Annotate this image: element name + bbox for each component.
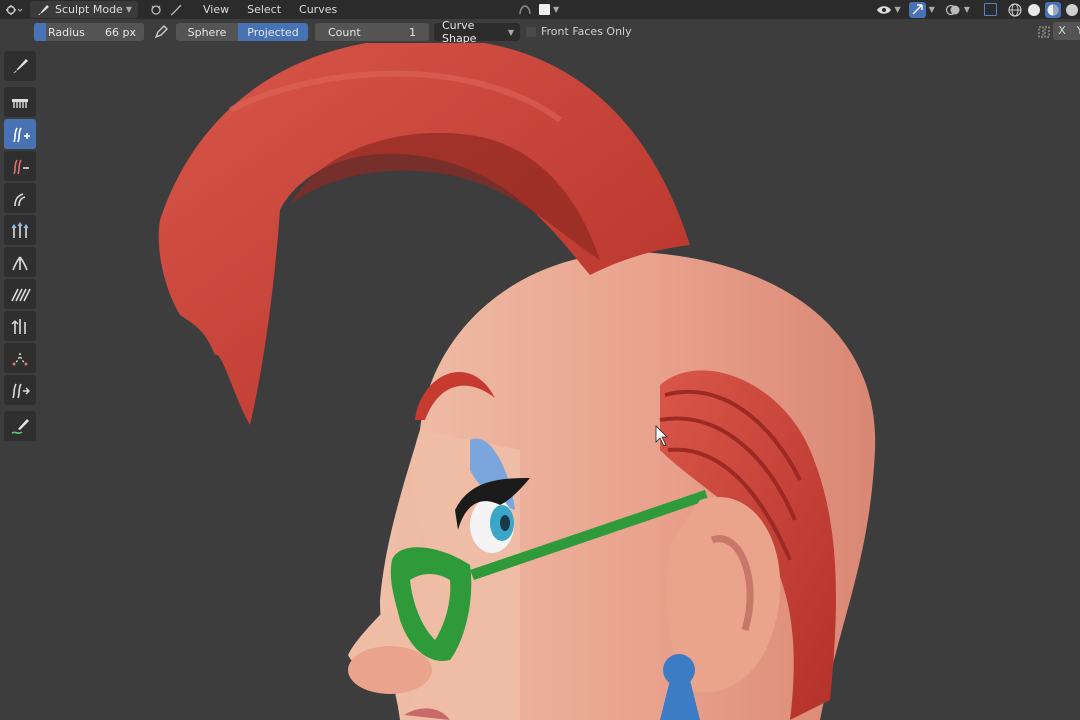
gizmo-toggle-icon[interactable] <box>908 1 926 18</box>
chevron-down-icon: ▼ <box>507 27 514 37</box>
3d-viewport[interactable] <box>0 43 1080 720</box>
menu-select[interactable]: Select <box>238 0 290 19</box>
curves-object-icon <box>151 4 161 15</box>
chevron-down-icon: ▼ <box>928 5 935 14</box>
add-curves-icon <box>13 127 30 143</box>
editor-type-button[interactable] <box>0 0 28 19</box>
tool-add-curves[interactable] <box>4 119 36 149</box>
solid-shading-icon[interactable] <box>1026 2 1042 18</box>
earring <box>663 654 695 686</box>
tool-shelf <box>2 50 38 442</box>
density-icon <box>12 352 28 367</box>
delete-curves-icon <box>13 159 29 175</box>
grow-shrink-icon <box>11 221 29 238</box>
editor-header: Sculpt Mode ▼ View Select Curves ▼ ▼ ▼ ▼ <box>0 0 1080 19</box>
mirror-y-toggle[interactable]: Y <box>1071 22 1080 40</box>
visibility-icon[interactable] <box>876 3 892 17</box>
tool-snake-hook[interactable] <box>4 183 36 213</box>
xray-toggle-icon[interactable] <box>984 3 997 16</box>
menu-curves[interactable]: Curves <box>290 0 346 19</box>
brush-mode-icon <box>38 4 49 15</box>
mode-label: Sculpt Mode <box>55 3 123 16</box>
material-shading-icon[interactable] <box>1045 1 1061 18</box>
chevron-down-icon: ▼ <box>553 5 560 14</box>
count-label: Count <box>328 25 361 39</box>
front-faces-label[interactable]: Front Faces Only <box>541 25 632 38</box>
tool-grow-shrink[interactable] <box>4 215 36 245</box>
curve-shape-dropdown[interactable]: Curve Shape ▼ <box>434 19 520 45</box>
comb-icon <box>12 99 28 108</box>
count-value: 1 <box>409 25 416 39</box>
snap-icon[interactable] <box>517 3 533 17</box>
pen-pressure-icon[interactable] <box>153 24 169 40</box>
tool-selection-paint[interactable] <box>4 51 36 81</box>
curve-shape-label: Curve Shape <box>442 19 477 45</box>
front-faces-checkbox[interactable] <box>526 27 536 37</box>
rendered-shading-icon[interactable] <box>1064 2 1080 18</box>
tool-slide[interactable] <box>4 375 36 405</box>
editor-type-icon <box>6 4 23 15</box>
puff-icon <box>11 288 31 302</box>
mode-selector[interactable]: Sculpt Mode ▼ <box>30 1 138 18</box>
count-field[interactable]: Count 1 <box>315 23 429 41</box>
chevron-down-icon: ▼ <box>125 5 132 14</box>
smooth-icon <box>11 319 26 334</box>
tool-annotate[interactable] <box>4 411 36 441</box>
tool-density[interactable] <box>4 343 36 373</box>
falloff-projected-button[interactable]: Projected <box>238 23 308 41</box>
chevron-down-icon: ▼ <box>894 5 901 14</box>
selection-paint-icon <box>13 59 28 73</box>
falloff-sphere-button[interactable]: Sphere <box>176 23 238 41</box>
curves-data-icon <box>170 4 182 16</box>
nose <box>348 646 432 694</box>
tool-smooth[interactable] <box>4 311 36 341</box>
radius-label: Radius <box>48 25 85 39</box>
menu-view[interactable]: View <box>194 0 238 19</box>
object-data-button[interactable] <box>144 0 188 19</box>
slide-icon <box>12 383 30 399</box>
tool-puff[interactable] <box>4 279 36 309</box>
radius-value: 66 px <box>105 25 136 39</box>
mirror-icon[interactable] <box>1037 25 1051 39</box>
radius-field[interactable]: Radius 66 px <box>34 23 144 41</box>
wireframe-shading-icon[interactable] <box>1007 2 1023 18</box>
chevron-down-icon: ▼ <box>963 5 970 14</box>
snake-hook-icon <box>14 193 26 207</box>
tool-pinch[interactable] <box>4 247 36 277</box>
tool-delete-curves[interactable] <box>4 151 36 181</box>
tool-settings-bar: Radius 66 px Sphere Projected Count 1 Cu… <box>0 19 1080 45</box>
sculpt-model <box>158 43 876 720</box>
overlays-icon[interactable] <box>945 2 961 18</box>
annotate-icon <box>11 419 29 434</box>
mirror-x-toggle[interactable]: X <box>1053 22 1071 40</box>
color-swatch[interactable] <box>539 4 550 15</box>
pinch-icon <box>12 256 28 271</box>
tool-comb[interactable] <box>4 87 36 117</box>
